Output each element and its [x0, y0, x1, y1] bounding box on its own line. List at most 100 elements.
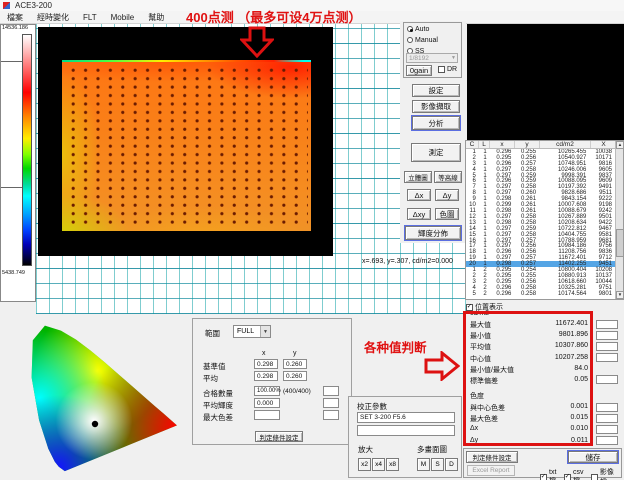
zoom-button-x4[interactable]: x4: [372, 458, 385, 471]
stat-edit-box[interactable]: [596, 375, 618, 384]
dr-checkbox-group[interactable]: DR: [438, 66, 457, 73]
zoom-button-x8[interactable]: x8: [386, 458, 399, 471]
table-header: x: [490, 141, 515, 148]
stat-edit-box[interactable]: [596, 353, 618, 362]
stat-edit-box[interactable]: [596, 320, 618, 329]
radio-button[interactable]: [407, 37, 413, 43]
average-y-field[interactable]: 0.260: [283, 371, 307, 381]
save-check-option[interactable]: csv檔: [564, 467, 589, 480]
delta-xy-button[interactable]: Δxy: [407, 208, 431, 220]
max-color-diff-field[interactable]: [254, 410, 280, 420]
dr-checkbox[interactable]: [438, 66, 445, 73]
stat-edit-box[interactable]: [596, 414, 618, 423]
judge-condition-button-2[interactable]: 判定條件設定: [466, 451, 518, 463]
gain-dropdown-value: 1/8192: [409, 55, 429, 62]
multi-view-button-S[interactable]: S: [431, 458, 444, 471]
stat-edit-box[interactable]: [596, 342, 618, 351]
max-color-diff-box[interactable]: [323, 410, 339, 420]
reference-y-field[interactable]: 0.260: [283, 359, 307, 369]
excel-report-button[interactable]: Excel Report: [467, 465, 515, 476]
stats-lum-header: cd/m2: [470, 310, 489, 317]
table-body[interactable]: 110.2960.25510265.45510038210.2950.25610…: [466, 149, 615, 299]
window-title: ACE3-200: [15, 1, 52, 10]
stat-label: 中心值: [470, 354, 491, 364]
pass-count-box[interactable]: [323, 386, 339, 396]
range-dropdown[interactable]: FULL ▼: [233, 325, 271, 338]
avg-luminance-box[interactable]: [323, 398, 339, 408]
range-label: 範圍: [205, 328, 220, 339]
check-label: txt檔: [549, 469, 562, 480]
menu-item-2[interactable]: FLT: [76, 13, 104, 22]
average-label: 平均: [203, 373, 218, 384]
stat-edit-box[interactable]: [596, 331, 618, 340]
analyze-button[interactable]: 分析: [412, 116, 460, 130]
radio-button[interactable]: [407, 26, 413, 32]
stat-value: 0.015: [570, 414, 588, 421]
scrollbar-thumb[interactable]: [616, 229, 624, 257]
menu-item-3[interactable]: Mobile: [104, 13, 142, 22]
checkbox[interactable]: [540, 474, 547, 480]
menu-item-4[interactable]: 幫助: [141, 12, 171, 23]
settings-button[interactable]: 設定: [412, 84, 460, 97]
capture-button[interactable]: 影像擷取: [412, 100, 460, 113]
measure-button[interactable]: 測定: [411, 143, 461, 162]
annotation-down-arrow-icon: [240, 26, 274, 58]
stat-value: 11672.401: [555, 320, 588, 327]
pass-count-field[interactable]: 100.00%: [254, 386, 280, 396]
stereo-button[interactable]: 立體圖: [404, 171, 432, 183]
menu-item-0[interactable]: 檔案: [0, 12, 30, 23]
zero-gain-button[interactable]: 0gain: [406, 65, 432, 76]
stat-value: 0.011: [571, 437, 588, 444]
luminance-heatmap[interactable]: [38, 27, 333, 256]
table-header: y: [515, 141, 540, 148]
stat-edit-box[interactable]: [596, 425, 618, 434]
table-row[interactable]: 520.2960.25810174.5649801: [466, 291, 615, 297]
avg-luminance-field[interactable]: 0.000: [254, 398, 280, 408]
colormap-button[interactable]: 色圖: [435, 208, 459, 220]
stats-chroma-header: 色度: [470, 391, 484, 401]
calibration-param2-field[interactable]: [357, 425, 455, 436]
stat-row: 最小值/最大值84.0: [462, 364, 624, 375]
table-cell: 0.296: [490, 291, 515, 297]
stat-label: 最大值: [470, 320, 491, 330]
luminance-dist-button[interactable]: 輝度分佈: [405, 226, 461, 240]
checkbox[interactable]: [564, 474, 571, 480]
save-check-option[interactable]: 影像檔: [591, 467, 619, 480]
pass-count-label: 合格數量: [203, 388, 233, 399]
stat-row: Δy 0.011: [462, 436, 624, 447]
menu-item-1[interactable]: 經時變化: [30, 12, 76, 23]
measurement-table[interactable]: CLxycd/m2X 110.2960.25510265.45510038210…: [465, 140, 624, 300]
heatmap-measure-points: [65, 64, 308, 227]
stat-edit-box[interactable]: [596, 436, 618, 445]
scroll-down-icon[interactable]: ▼: [616, 291, 624, 299]
mode-option[interactable]: Manual: [407, 35, 461, 45]
zoom-button-group: x2x4x8: [358, 458, 400, 471]
pass-count-detail: (400/400): [283, 388, 311, 395]
contour-button[interactable]: 等高線: [434, 171, 462, 183]
multi-view-button-D[interactable]: D: [445, 458, 458, 471]
delta-x-button[interactable]: Δx: [407, 189, 431, 201]
reference-x-field[interactable]: 0.298: [254, 359, 278, 369]
colorbar-tick: [1, 61, 22, 62]
mode-option[interactable]: Auto: [407, 24, 461, 34]
reference-label: 基準值: [203, 361, 226, 372]
zoom-button-x2[interactable]: x2: [358, 458, 371, 471]
save-button[interactable]: 儲存: [568, 451, 618, 463]
save-check-option[interactable]: txt檔: [540, 467, 562, 480]
stat-value: 0.05: [574, 376, 588, 383]
calibration-param-field[interactable]: SET 3-200 F5.6: [357, 412, 455, 423]
cie-chromaticity-diagram[interactable]: [30, 314, 190, 476]
scroll-up-icon[interactable]: ▲: [616, 141, 624, 149]
delta-y-button[interactable]: Δy: [435, 189, 459, 201]
stat-label: Δy: [470, 437, 478, 444]
multi-view-button-M[interactable]: M: [417, 458, 430, 471]
checkbox[interactable]: [591, 474, 598, 480]
judge-condition-button[interactable]: 判定條件設定: [255, 431, 303, 442]
stat-row: 與中心色差0.001: [462, 402, 624, 413]
gain-dropdown[interactable]: 1/8192 ▼: [406, 53, 458, 63]
table-scrollbar[interactable]: ▲ ▼: [615, 141, 623, 299]
stat-edit-box[interactable]: [596, 403, 618, 412]
average-x-field[interactable]: 0.298: [254, 371, 278, 381]
zoom-label: 放大: [358, 444, 373, 455]
stat-label: 與中心色差: [470, 403, 505, 413]
